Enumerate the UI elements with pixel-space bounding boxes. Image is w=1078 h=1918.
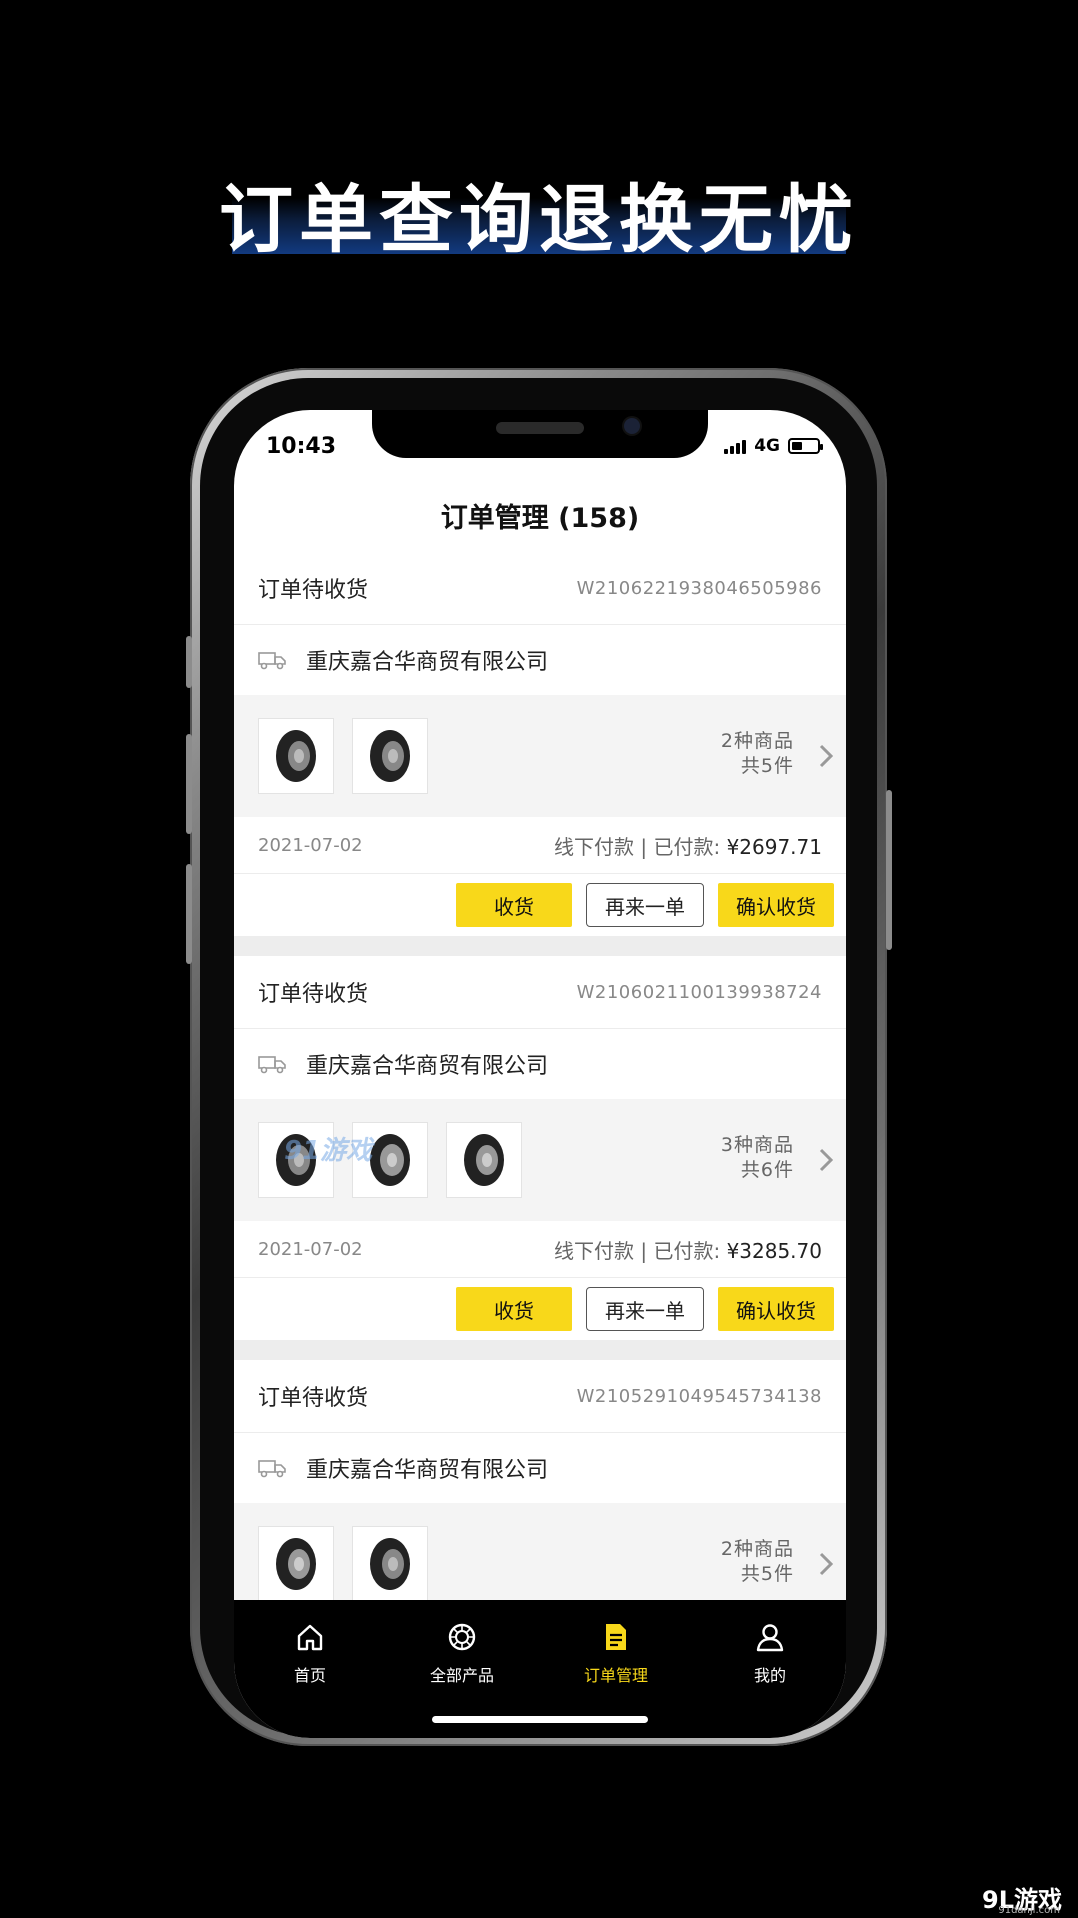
goods-summary: 3种商品 共6件 <box>721 1133 794 1183</box>
signal-icon <box>724 438 747 454</box>
order-number: W2106221938046505986 <box>576 577 822 599</box>
payment-label: 线下付款 | 已付款: <box>554 1238 721 1263</box>
goods-row[interactable]: 2种商品 共5件 <box>234 695 846 817</box>
confirm-receipt-button[interactable]: 确认收货 <box>718 883 834 927</box>
order-status: 订单待收货 <box>258 578 369 603</box>
truck-icon <box>258 1460 286 1478</box>
tab-label: 我的 <box>753 1666 786 1685</box>
phone-screen: 10:43 4G 订单管理 (158) 订单待收货 W2106221938046… <box>234 410 846 1738</box>
goods-kinds: 2种商品 <box>720 1538 794 1560</box>
goods-summary: 2种商品 共5件 <box>721 1537 794 1587</box>
product-thumbnail <box>258 718 334 794</box>
divider <box>234 936 846 956</box>
document-icon <box>606 1624 626 1650</box>
tab-label: 订单管理 <box>583 1666 648 1685</box>
reorder-button[interactable]: 再来一单 <box>586 883 704 927</box>
tire-image <box>370 1134 410 1186</box>
goods-kinds: 3种商品 <box>720 1134 794 1156</box>
product-thumbnail <box>258 1526 334 1602</box>
action-row: 收货 再来一单 确认收货 <box>234 874 846 936</box>
confirm-receipt-button[interactable]: 确认收货 <box>718 1287 834 1331</box>
volume-down-button <box>186 864 192 964</box>
shop-name: 重庆嘉合华商贸有限公司 <box>306 1458 549 1483</box>
order-date: 2021-07-02 <box>258 834 363 856</box>
action-row: 收货 再来一单 确认收货 <box>234 1278 846 1340</box>
volume-up-button <box>186 734 192 834</box>
product-thumbnail <box>446 1122 522 1198</box>
home-icon <box>297 1624 323 1651</box>
product-thumbnail <box>352 718 428 794</box>
order-number: W2105291049545734138 <box>576 1385 822 1407</box>
page-title: 订单管理 (158) <box>234 478 846 553</box>
payment-row: 2021-07-02 线下付款 | 已付款: ¥3285.70 <box>234 1221 846 1278</box>
order-status: 订单待收货 <box>258 1386 369 1411</box>
order-header: 订单待收货 W2106221938046505986 <box>234 552 846 625</box>
goods-count: 共5件 <box>740 1563 794 1585</box>
receive-button[interactable]: 收货 <box>456 883 572 927</box>
tab-home[interactable]: 首页 <box>250 1622 370 1686</box>
payment-info: 线下付款 | 已付款: ¥3285.70 <box>554 1235 822 1264</box>
chevron-right-icon <box>819 744 834 768</box>
goods-kinds: 2种商品 <box>720 730 794 752</box>
goods-count: 共5件 <box>740 755 794 777</box>
goods-count: 共6件 <box>740 1159 794 1181</box>
payment-row: 2021-07-02 线下付款 | 已付款: ¥2697.71 <box>234 817 846 874</box>
battery-icon <box>788 438 823 454</box>
tab-bar: 首页 全部产品 订单管理 我的 <box>234 1600 846 1738</box>
user-icon <box>756 1624 784 1652</box>
mute-switch <box>186 636 192 688</box>
power-button <box>886 790 892 950</box>
order-list[interactable]: 订单待收货 W2106221938046505986 重庆嘉合华商贸有限公司 2… <box>234 552 846 1625</box>
order-header: 订单待收货 W2105291049545734138 <box>234 1360 846 1433</box>
speaker <box>496 422 584 434</box>
status-indicators: 4G <box>724 436 823 456</box>
receive-button[interactable]: 收货 <box>456 1287 572 1331</box>
payment-info: 线下付款 | 已付款: ¥2697.71 <box>554 831 822 860</box>
tire-image <box>370 730 410 782</box>
promo-headline: 订单查询退换无忧 <box>219 177 859 263</box>
tab-label: 全部产品 <box>429 1666 494 1685</box>
chevron-right-icon <box>819 1148 834 1172</box>
tire-image <box>464 1134 504 1186</box>
tab-mine[interactable]: 我的 <box>710 1622 830 1686</box>
order-card[interactable]: 订单待收货 W2106221938046505986 重庆嘉合华商贸有限公司 2… <box>234 552 846 936</box>
reorder-button[interactable]: 再来一单 <box>586 1287 704 1331</box>
tab-all-products[interactable]: 全部产品 <box>402 1622 522 1686</box>
order-status: 订单待收货 <box>258 982 369 1007</box>
watermark: 91游戏 <box>284 1136 373 1166</box>
tire-icon <box>448 1623 476 1651</box>
order-header: 订单待收货 W2106021100139938724 <box>234 956 846 1029</box>
shop-row: 重庆嘉合华商贸有限公司 <box>234 625 846 695</box>
shop-row: 重庆嘉合华商贸有限公司 <box>234 1433 846 1503</box>
tab-label: 首页 <box>293 1666 326 1685</box>
payment-label: 线下付款 | 已付款: <box>554 834 721 859</box>
shop-name: 重庆嘉合华商贸有限公司 <box>306 1054 549 1079</box>
shop-row: 重庆嘉合华商贸有限公司 <box>234 1029 846 1099</box>
chevron-right-icon <box>819 1552 834 1576</box>
order-number: W2106021100139938724 <box>576 981 822 1003</box>
network-type: 4G <box>754 436 780 456</box>
divider <box>234 1340 846 1360</box>
home-indicator <box>432 1716 648 1723</box>
tire-image <box>276 730 316 782</box>
shop-name: 重庆嘉合华商贸有限公司 <box>306 650 549 675</box>
truck-icon <box>258 1056 286 1074</box>
order-date: 2021-07-02 <box>258 1238 363 1260</box>
truck-icon <box>258 652 286 670</box>
order-card[interactable]: 订单待收货 W2105291049545734138 重庆嘉合华商贸有限公司 2… <box>234 1360 846 1625</box>
tire-image <box>370 1538 410 1590</box>
payment-amount: ¥3285.70 <box>726 1238 822 1263</box>
product-thumbnail <box>352 1526 428 1602</box>
payment-amount: ¥2697.71 <box>726 834 822 859</box>
notch <box>372 410 708 458</box>
camera <box>624 418 640 434</box>
goods-summary: 2种商品 共5件 <box>721 729 794 779</box>
tab-order-management[interactable]: 订单管理 <box>556 1622 676 1686</box>
status-time: 10:43 <box>266 434 337 459</box>
corner-site: 91danji.com <box>998 1905 1060 1916</box>
tire-image <box>276 1538 316 1590</box>
